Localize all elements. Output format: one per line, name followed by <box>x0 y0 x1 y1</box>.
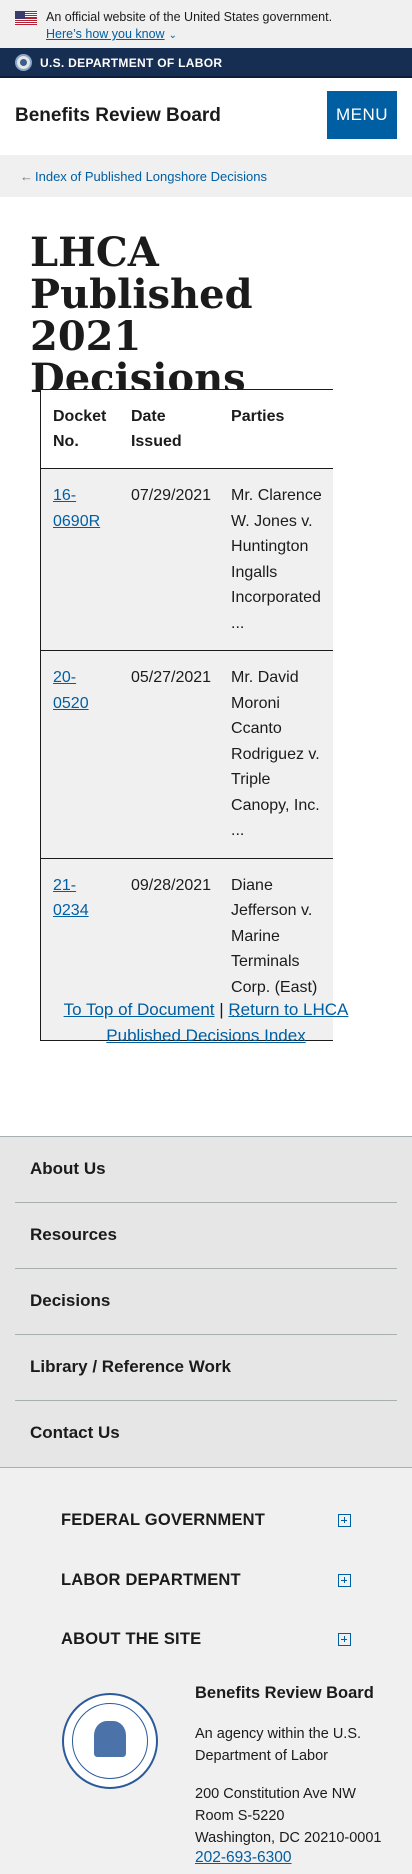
table-header-row: Docket No. Date Issued Parties <box>41 390 333 469</box>
department-name[interactable]: U.S. DEPARTMENT OF LABOR <box>40 56 222 70</box>
footer-nav-library[interactable]: Library / Reference Work <box>15 1335 397 1401</box>
us-flag-icon <box>15 11 37 25</box>
footer-nav-contact-us[interactable]: Contact Us <box>15 1401 397 1467</box>
footer-nav-about-us[interactable]: About Us <box>15 1137 397 1203</box>
date-cell: 05/27/2021 <box>118 650 220 859</box>
footer-nav-decisions[interactable]: Decisions <box>15 1269 397 1335</box>
site-header: Benefits Review Board MENU <box>0 78 412 154</box>
agency-subtitle: An agency within the U.S. Department of … <box>195 1726 362 1764</box>
link-separator: | <box>219 1000 224 1019</box>
expand-plus-icon[interactable] <box>338 1574 351 1587</box>
footer-accordion: FEDERAL GOVERNMENT LABOR DEPARTMENT ABOU… <box>0 1468 412 1668</box>
column-header-date: Date Issued <box>118 390 220 469</box>
parties-cell: Mr. Clarence W. Jones v. Huntington Inga… <box>219 468 333 651</box>
footer-nav: About Us Resources Decisions Library / R… <box>0 1136 412 1468</box>
footer-nav-resources[interactable]: Resources <box>15 1203 397 1269</box>
breadcrumb: ← Index of Published Longshore Decisions <box>0 155 412 197</box>
address-line: Washington, DC 20210-0001 <box>195 1830 382 1846</box>
expand-plus-icon[interactable] <box>338 1633 351 1646</box>
how-you-know-link[interactable]: Here’s how you know ⌄ <box>46 26 177 44</box>
chevron-down-icon: ⌄ <box>168 30 177 41</box>
accordion-about-the-site[interactable]: ABOUT THE SITE <box>61 1630 351 1660</box>
top-of-document-link[interactable]: To Top of Document <box>64 1000 215 1019</box>
address-line: Room S-5220 <box>195 1808 285 1824</box>
docket-link[interactable]: 16-0690R <box>53 487 100 530</box>
page-title: LHCA Published 2021 Decisions <box>30 232 370 400</box>
department-bar: U.S. DEPARTMENT OF LABOR <box>0 48 412 78</box>
breadcrumb-link[interactable]: ← Index of Published Longshore Decisions <box>20 169 267 184</box>
expand-plus-icon[interactable] <box>338 1514 351 1527</box>
agency-footer: Benefits Review Board An agency within t… <box>0 1668 412 1874</box>
docket-cell: 16-0690R <box>41 468 119 651</box>
phone-link[interactable]: 202-693-6300 <box>195 1849 292 1867</box>
docket-link[interactable]: 21-0234 <box>53 877 89 920</box>
document-links: To Top of Document | Return to LHCA Publ… <box>30 997 382 1049</box>
menu-button[interactable]: MENU <box>327 91 397 139</box>
breadcrumb-label: Index of Published Longshore Decisions <box>35 169 267 184</box>
decisions-table: Docket No. Date Issued Parties 16-0690R … <box>40 389 333 1041</box>
table-row: 16-0690R 07/29/2021 Mr. Clarence W. Jone… <box>41 468 333 651</box>
arrow-left-icon: ← <box>20 169 33 184</box>
docket-link[interactable]: 20-0520 <box>53 669 89 712</box>
column-header-parties: Parties <box>219 390 333 469</box>
date-cell: 07/29/2021 <box>118 468 220 651</box>
accordion-label: FEDERAL GOVERNMENT <box>61 1511 266 1529</box>
column-header-docket: Docket No. <box>41 390 119 469</box>
accordion-federal-government[interactable]: FEDERAL GOVERNMENT <box>61 1511 351 1541</box>
gov-banner-text: An official website of the United States… <box>46 10 333 24</box>
accordion-label: LABOR DEPARTMENT <box>61 1571 241 1589</box>
dol-seal-icon <box>62 1693 158 1789</box>
how-you-know-label: Here’s how you know <box>46 27 165 41</box>
gov-banner: An official website of the United States… <box>0 0 412 48</box>
dol-seal-icon <box>15 54 32 71</box>
address-line: 200 Constitution Ave NW <box>195 1786 356 1802</box>
agency-name: Benefits Review Board <box>195 1684 374 1702</box>
parties-cell: Mr. David Moroni Ccanto Rodriguez v. Tri… <box>219 650 333 859</box>
page-title-line1: LHCA Published <box>30 229 253 318</box>
table-row: 20-0520 05/27/2021 Mr. David Moroni Ccan… <box>41 650 333 859</box>
site-title[interactable]: Benefits Review Board <box>15 105 221 127</box>
accordion-label: ABOUT THE SITE <box>61 1630 202 1648</box>
docket-cell: 20-0520 <box>41 650 119 859</box>
agency-address: 200 Constitution Ave NW Room S-5220 Wash… <box>195 1783 395 1849</box>
accordion-labor-department[interactable]: LABOR DEPARTMENT <box>61 1571 351 1601</box>
